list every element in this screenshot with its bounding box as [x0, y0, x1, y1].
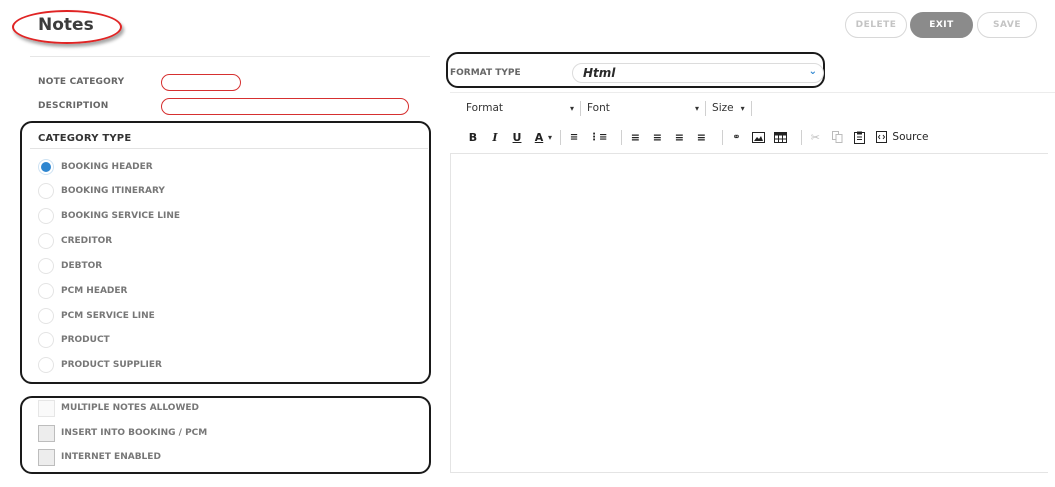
delete-button[interactable]: DELETE	[845, 12, 907, 38]
toolbar-separator	[722, 129, 724, 145]
editor-content-area[interactable]	[450, 153, 1048, 473]
size-combo-label[interactable]: Size	[712, 102, 734, 114]
title-divider	[30, 56, 430, 57]
checkbox[interactable]	[38, 399, 55, 417]
exit-button[interactable]: EXIT	[910, 12, 973, 38]
radio-button[interactable]	[38, 208, 54, 224]
image-icon[interactable]	[751, 129, 765, 145]
radio-button[interactable]	[38, 332, 54, 348]
radio-booking-itinerary[interactable]: BOOKING ITINERARY	[38, 182, 165, 200]
category-type-divider	[30, 148, 428, 149]
description-label: DESCRIPTION	[38, 101, 109, 111]
link-icon[interactable]: ⚭	[729, 129, 743, 145]
format-type-select[interactable]: Html ⌄	[572, 63, 824, 83]
cut-icon[interactable]: ✂	[808, 129, 822, 145]
format-type-label: FORMAT TYPE	[450, 68, 521, 78]
save-button[interactable]: SAVE	[977, 12, 1037, 38]
text-color-icon[interactable]: A	[532, 129, 546, 145]
radio-label: CREDITOR	[61, 236, 113, 246]
page-title: Notes	[38, 15, 94, 35]
editor-toolbar-combos: Format ▾ Font ▾ Size ▾	[466, 100, 758, 116]
copy-icon[interactable]	[830, 129, 844, 145]
toolbar-separator	[801, 129, 803, 145]
bold-icon[interactable]: B	[466, 129, 480, 145]
radio-creditor[interactable]: CREDITOR	[38, 232, 112, 250]
checkbox-label: INSERT INTO BOOKING / PCM	[61, 428, 208, 438]
category-type-heading: CATEGORY TYPE	[38, 133, 132, 144]
editor-divider	[450, 92, 1055, 93]
radio-label: BOOKING HEADER	[61, 162, 153, 172]
radio-label: BOOKING SERVICE LINE	[61, 211, 181, 221]
radio-button[interactable]	[38, 233, 54, 249]
align-left-icon[interactable]: ≡	[628, 129, 642, 145]
radio-pcm-service-line[interactable]: PCM SERVICE LINE	[38, 307, 155, 325]
checkbox[interactable]	[38, 424, 55, 442]
radio-pcm-header[interactable]: PCM HEADER	[38, 282, 128, 300]
radio-button[interactable]	[38, 183, 54, 199]
italic-icon[interactable]: I	[488, 129, 502, 145]
radio-button-selected[interactable]	[38, 159, 54, 175]
caret-down-icon[interactable]: ▾	[570, 104, 574, 113]
source-button-label[interactable]: Source	[892, 131, 928, 143]
radio-button[interactable]	[38, 283, 54, 299]
chevron-down-icon: ⌄	[808, 66, 817, 77]
radio-label: BOOKING ITINERARY	[61, 186, 165, 196]
radio-booking-header[interactable]: BOOKING HEADER	[38, 158, 153, 176]
radio-label: PCM HEADER	[61, 286, 128, 296]
bulleted-list-icon[interactable]: ⋮≡	[589, 129, 607, 145]
checkbox-internet-enabled[interactable]: INTERNET ENABLED	[38, 448, 161, 466]
description-input[interactable]	[161, 98, 409, 115]
source-icon[interactable]	[874, 129, 888, 145]
caret-down-icon[interactable]: ▾	[695, 104, 699, 113]
radio-button[interactable]	[38, 258, 54, 274]
toolbar-separator	[580, 100, 582, 116]
checkbox[interactable]	[38, 448, 55, 466]
radio-button[interactable]	[38, 357, 54, 373]
toolbar-separator	[621, 129, 623, 145]
radio-product-supplier[interactable]: PRODUCT SUPPLIER	[38, 356, 162, 374]
radio-label: PCM SERVICE LINE	[61, 311, 155, 321]
caret-down-icon[interactable]: ▾	[741, 104, 745, 113]
checkbox-label: MULTIPLE NOTES ALLOWED	[61, 403, 200, 413]
radio-booking-service-line[interactable]: BOOKING SERVICE LINE	[38, 207, 180, 225]
caret-down-icon[interactable]: ▾	[548, 133, 552, 142]
format-type-value: Html	[583, 66, 616, 80]
checkbox-multiple-notes[interactable]: MULTIPLE NOTES ALLOWED	[38, 399, 199, 417]
note-category-input[interactable]	[161, 74, 241, 91]
radio-product[interactable]: PRODUCT	[38, 331, 110, 349]
toolbar-separator	[750, 100, 752, 116]
numbered-list-icon[interactable]: ≡	[567, 129, 581, 145]
editor-toolbar-buttons: B I U A ▾ ≡ ⋮≡ ≡ ≡ ≡ ≡ ⚭ ✂ Source	[466, 129, 928, 145]
radio-label: DEBTOR	[61, 261, 103, 271]
toolbar-separator	[705, 100, 707, 116]
radio-label: PRODUCT SUPPLIER	[61, 360, 162, 370]
align-right-icon[interactable]: ≡	[672, 129, 686, 145]
radio-debtor[interactable]: DEBTOR	[38, 257, 102, 275]
align-justify-icon[interactable]: ≡	[694, 129, 708, 145]
radio-label: PRODUCT	[61, 335, 110, 345]
font-combo-label[interactable]: Font	[587, 102, 691, 114]
radio-button[interactable]	[38, 308, 54, 324]
toolbar-separator	[560, 129, 562, 145]
note-category-label: NOTE CATEGORY	[38, 77, 125, 87]
paste-icon[interactable]	[852, 129, 866, 145]
align-center-icon[interactable]: ≡	[650, 129, 664, 145]
format-combo-label[interactable]: Format	[466, 102, 566, 114]
underline-icon[interactable]: U	[510, 129, 524, 145]
table-icon[interactable]	[773, 129, 787, 145]
checkbox-label: INTERNET ENABLED	[61, 452, 161, 462]
checkbox-insert-into-booking[interactable]: INSERT INTO BOOKING / PCM	[38, 424, 207, 442]
